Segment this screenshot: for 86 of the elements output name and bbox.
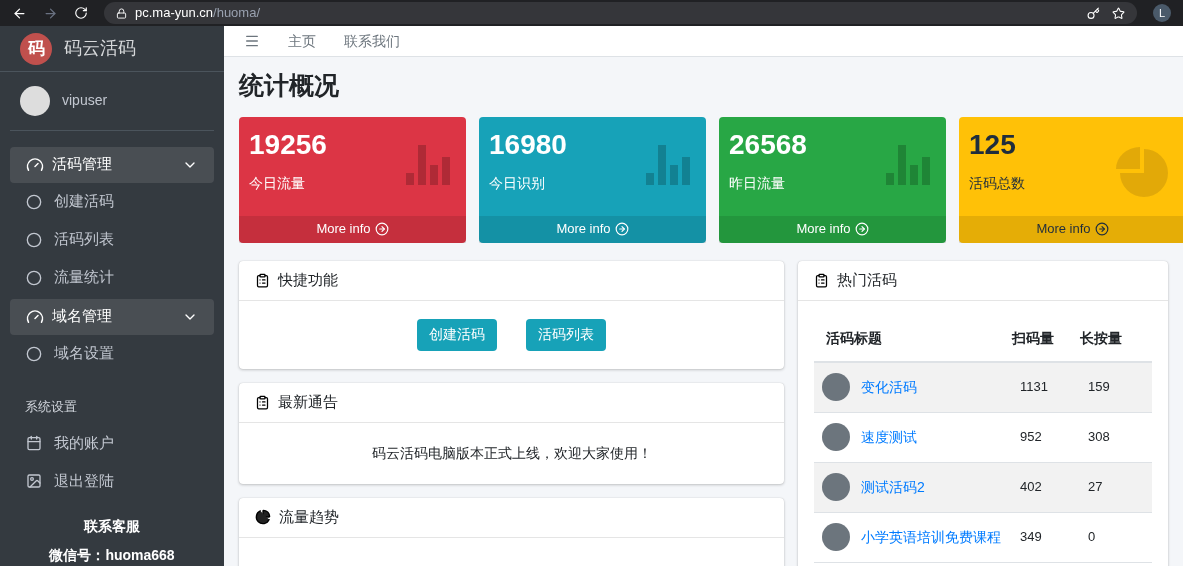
- gauge-icon: [26, 155, 44, 174]
- brand-name[interactable]: 码云活码: [64, 35, 136, 62]
- notice-text: 码云活码电脑版本正式上线，欢迎大家使用！: [370, 443, 653, 463]
- image-icon: [26, 473, 42, 489]
- contact-wechat: 微信号：huoma668: [48, 546, 176, 565]
- table-cell-text: 952: [1020, 428, 1043, 447]
- stat-value: 125: [969, 127, 1017, 162]
- arrow-right-icon: [1094, 222, 1109, 236]
- card-title: 快捷功能: [278, 269, 338, 290]
- stat-value: 19256: [249, 127, 328, 162]
- menu-group[interactable]: 活码管理: [10, 146, 214, 183]
- qr-thumbnail: [822, 473, 850, 501]
- back-icon[interactable]: [12, 5, 27, 21]
- table-cell-text: 308: [1088, 428, 1111, 447]
- card-title: 流量趋势: [279, 506, 339, 527]
- stat-value: 16980: [489, 127, 568, 162]
- menu-label: 活码管理: [52, 154, 113, 175]
- brand-logo: 码: [20, 32, 52, 65]
- menu-item[interactable]: 活码列表: [10, 220, 214, 259]
- more-info-link[interactable]: More info: [719, 215, 946, 243]
- username[interactable]: vipuser: [62, 90, 108, 112]
- star-icon[interactable]: [1112, 6, 1125, 20]
- avatar-placeholder: [20, 85, 50, 116]
- circle-icon: [26, 231, 42, 248]
- url-host: pc.ma-yun.cn: [135, 4, 214, 23]
- stat-label: 活码总数: [969, 173, 1026, 193]
- table-cell-text: 0: [1088, 528, 1097, 547]
- profile-avatar[interactable]: L: [1153, 4, 1171, 22]
- menu-label: 域名管理: [52, 306, 113, 327]
- table-cell-text: 27: [1088, 478, 1104, 497]
- circle-icon: [26, 193, 42, 210]
- menu-item[interactable]: 流量统计: [10, 258, 214, 297]
- lock-icon: [116, 7, 127, 19]
- qr-thumbnail: [822, 423, 850, 451]
- gauge-icon: [26, 307, 44, 326]
- qr-thumbnail: [822, 523, 850, 551]
- nav-link[interactable]: 主页: [288, 30, 316, 52]
- table-cell-text: 1131: [1020, 378, 1049, 397]
- column-header: 扫码量: [1012, 329, 1055, 348]
- more-info-link[interactable]: More info: [239, 215, 466, 243]
- calendar-icon: [26, 435, 42, 451]
- menu-item[interactable]: 退出登陆: [10, 462, 214, 500]
- contact-title: 联系客服: [82, 517, 141, 536]
- menu-icon[interactable]: [244, 33, 260, 49]
- code-title-link[interactable]: 变化活码: [861, 376, 1020, 398]
- column-header: 长按量: [1080, 329, 1123, 348]
- menu-item[interactable]: 我的账户: [10, 424, 214, 462]
- card-title: 热门活码: [837, 269, 897, 290]
- bar-chart-icon: [646, 144, 690, 185]
- table-cell-text: 349: [1020, 528, 1043, 547]
- arrow-right-icon: [854, 222, 869, 236]
- address-bar[interactable]: pc.ma-yun.cn/huoma/: [104, 2, 1137, 24]
- nav-link[interactable]: 联系我们: [344, 30, 400, 52]
- menu-header: 系统设置: [24, 397, 78, 416]
- bar-chart-icon: [406, 144, 450, 185]
- menu-item[interactable]: 创建活码: [10, 182, 214, 221]
- code-title-link[interactable]: 速度测试: [861, 426, 1020, 448]
- stat-label: 今日流量: [249, 173, 306, 193]
- circle-icon: [26, 269, 42, 286]
- code-title-link[interactable]: 测试活码2: [861, 476, 1020, 498]
- clipboard-icon: [814, 272, 829, 288]
- arrow-right-icon: [374, 222, 389, 236]
- stat-label: 今日识别: [489, 173, 546, 193]
- reload-icon[interactable]: [74, 6, 88, 20]
- circle-icon: [26, 345, 42, 362]
- card-title: 最新通告: [278, 391, 338, 412]
- key-icon[interactable]: [1087, 6, 1100, 20]
- table-cell-text: 402: [1020, 478, 1043, 497]
- stat-label: 昨日流量: [729, 173, 786, 193]
- table-cell-text: 159: [1088, 378, 1111, 397]
- menu-item[interactable]: 域名设置: [10, 334, 214, 373]
- stat-value: 26568: [729, 127, 808, 162]
- url-path: /huoma/: [213, 4, 261, 23]
- column-header: 活码标题: [826, 329, 883, 348]
- more-info-link[interactable]: More info: [959, 215, 1183, 243]
- forward-icon[interactable]: [43, 5, 58, 21]
- code-title-link[interactable]: 小学英语培训免费课程: [861, 526, 1020, 548]
- pie-chart-icon: [255, 509, 271, 525]
- more-info-link[interactable]: More info: [479, 215, 706, 243]
- qr-thumbnail: [822, 373, 850, 401]
- bar-chart-icon: [886, 144, 930, 185]
- menu-group[interactable]: 域名管理: [10, 298, 214, 335]
- page-title: 统计概况: [239, 70, 340, 101]
- clipboard-icon: [255, 394, 270, 410]
- clipboard-icon: [255, 272, 270, 288]
- arrow-right-icon: [614, 222, 629, 236]
